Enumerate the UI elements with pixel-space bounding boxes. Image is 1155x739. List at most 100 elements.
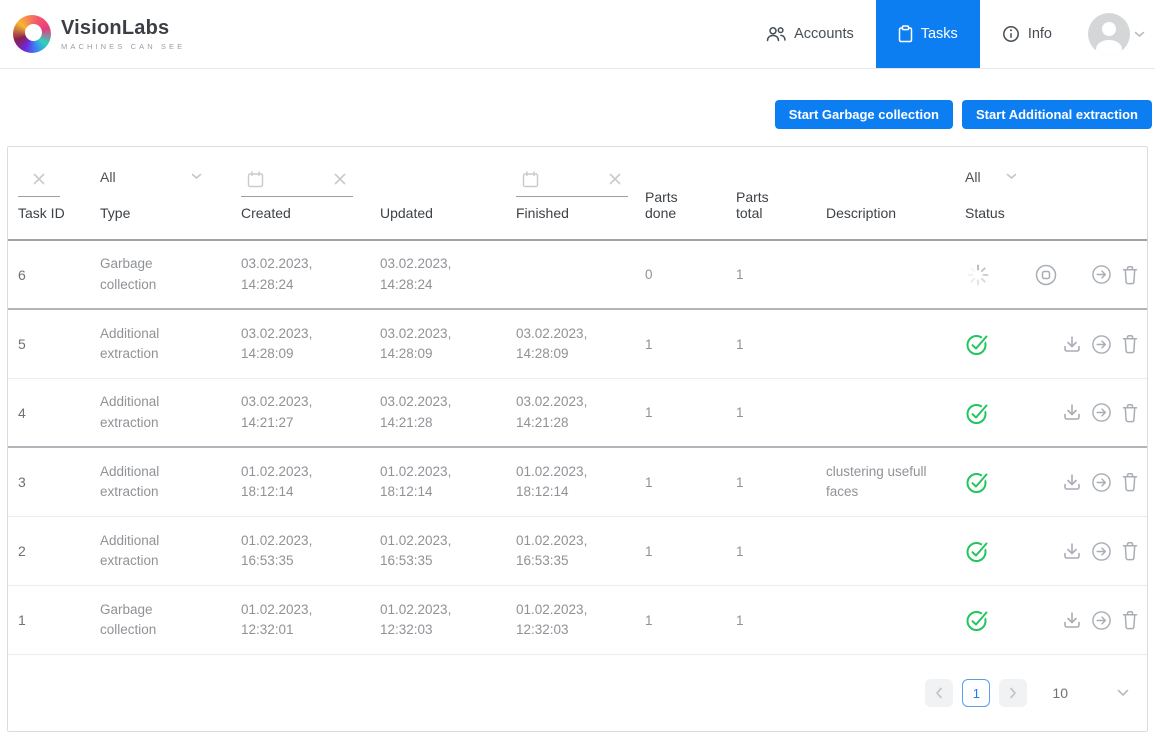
finished-filter-input[interactable]: [516, 163, 628, 197]
nav-accounts[interactable]: Accounts: [744, 0, 876, 68]
type-cell: Garbage collection: [100, 600, 241, 641]
nav-tasks-label: Tasks: [921, 26, 958, 42]
open-task-button[interactable]: [1091, 472, 1112, 493]
nav-info[interactable]: Info: [980, 0, 1074, 68]
open-task-button[interactable]: [1091, 402, 1112, 423]
open-task-button[interactable]: [1091, 264, 1112, 285]
parts-done-cell: 1: [645, 405, 736, 420]
status-cell: [965, 470, 1035, 494]
download-result-button[interactable]: [1062, 473, 1082, 492]
parts-done-header: Parts done: [645, 189, 693, 221]
toolbar: Start Garbage collection Start Additiona…: [0, 100, 1152, 129]
download-result-button[interactable]: [1062, 335, 1082, 354]
status-cell: [965, 401, 1035, 425]
clear-icon[interactable]: [32, 172, 46, 186]
open-task-button[interactable]: [1091, 610, 1112, 631]
created-cell: 01.02.2023, 18:12:14: [241, 462, 380, 503]
calendar-icon[interactable]: [247, 171, 264, 188]
pagination: 1 10: [8, 655, 1147, 731]
download-result-button[interactable]: [1062, 611, 1082, 630]
finished-header: Finished: [516, 205, 635, 221]
chevron-down-icon: [1117, 689, 1129, 697]
people-icon: [766, 26, 786, 42]
column-finished: Finished: [516, 147, 645, 239]
page-number-button[interactable]: 1: [962, 679, 990, 707]
status-filter-select[interactable]: All: [965, 163, 1017, 197]
delete-task-button[interactable]: [1121, 334, 1139, 354]
table-row: 5 Additional extraction 03.02.2023, 14:2…: [8, 310, 1147, 379]
chevron-down-icon[interactable]: [1134, 31, 1145, 38]
type-filter-select[interactable]: All: [100, 163, 202, 197]
success-check-icon: [965, 401, 990, 425]
type-cell: Additional extraction: [100, 392, 241, 433]
actions-cell: [1035, 610, 1147, 631]
actions-cell: [1035, 263, 1147, 287]
created-filter-input[interactable]: [241, 163, 353, 197]
open-task-button[interactable]: [1091, 541, 1112, 562]
description-cell: clustering usefull faces: [826, 462, 965, 503]
table-row: 1 Garbage collection 01.02.2023, 12:32:0…: [8, 586, 1147, 655]
table-row: 2 Additional extraction 01.02.2023, 16:5…: [8, 517, 1147, 586]
nav-accounts-label: Accounts: [794, 26, 854, 42]
page-size-select[interactable]: [1117, 689, 1129, 697]
updated-cell: 01.02.2023, 18:12:14: [380, 462, 516, 503]
user-menu[interactable]: [1088, 13, 1145, 55]
table-row: 4 Additional extraction 03.02.2023, 14:2…: [8, 379, 1147, 448]
parts-total-cell: 1: [736, 267, 826, 282]
parts-total-cell: 1: [736, 613, 826, 628]
download-result-button[interactable]: [1062, 542, 1082, 561]
avatar[interactable]: [1088, 13, 1130, 55]
chevron-down-icon: [191, 173, 202, 180]
next-page-button[interactable]: [999, 679, 1027, 707]
status-cell: [965, 539, 1035, 563]
actions-cell: [1035, 334, 1147, 355]
task-id-filter-input[interactable]: [18, 163, 60, 197]
created-header: Created: [241, 205, 370, 221]
updated-cell: 03.02.2023, 14:28:09: [380, 324, 516, 365]
brand-name: VisionLabs: [61, 17, 185, 40]
updated-header: Updated: [380, 205, 506, 221]
page-size-value: 10: [1052, 685, 1068, 701]
description-header: Description: [826, 205, 955, 221]
status-cell: [965, 608, 1035, 632]
finished-cell: 01.02.2023, 12:32:03: [516, 600, 645, 641]
delete-task-button[interactable]: [1121, 403, 1139, 423]
status-header: Status: [965, 205, 1025, 221]
clipboard-icon: [898, 25, 913, 43]
open-task-button[interactable]: [1091, 334, 1112, 355]
calendar-icon[interactable]: [522, 171, 539, 188]
download-result-button[interactable]: [1062, 403, 1082, 422]
start-garbage-collection-button[interactable]: Start Garbage collection: [775, 100, 953, 129]
created-cell: 03.02.2023, 14:28:24: [241, 254, 380, 295]
updated-cell: 03.02.2023, 14:28:24: [380, 254, 516, 295]
tasks-table: Task ID All Type Created Updated: [7, 146, 1148, 732]
delete-task-button[interactable]: [1121, 610, 1139, 630]
created-cell: 01.02.2023, 12:32:01: [241, 600, 380, 641]
description-cell: [826, 405, 965, 420]
finished-cell: 03.02.2023, 14:21:28: [516, 392, 645, 433]
start-additional-extraction-button[interactable]: Start Additional extraction: [962, 100, 1152, 129]
nav-tasks[interactable]: Tasks: [876, 0, 980, 68]
success-check-icon: [965, 332, 990, 356]
success-check-icon: [965, 608, 990, 632]
column-actions: [1035, 147, 1147, 239]
type-cell: Additional extraction: [100, 531, 241, 572]
finished-cell: 01.02.2023, 16:53:35: [516, 531, 645, 572]
delete-task-button[interactable]: [1121, 472, 1139, 492]
stop-task-button[interactable]: [1035, 263, 1058, 287]
prev-page-button[interactable]: [925, 679, 953, 707]
column-description: Description: [826, 147, 965, 239]
parts-done-cell: 1: [645, 337, 736, 352]
delete-task-button[interactable]: [1121, 265, 1139, 285]
clear-icon[interactable]: [333, 172, 347, 186]
table-header-row: Task ID All Type Created Updated: [8, 147, 1147, 241]
clear-icon[interactable]: [608, 172, 622, 186]
column-parts-done: Parts done: [645, 147, 736, 239]
task-id-cell: 1: [8, 612, 100, 628]
description-cell: [826, 544, 965, 559]
delete-task-button[interactable]: [1121, 541, 1139, 561]
task-id-cell: 2: [8, 543, 100, 559]
description-cell: [826, 613, 965, 628]
type-cell: Additional extraction: [100, 462, 241, 503]
parts-total-header: Parts total: [736, 189, 784, 221]
